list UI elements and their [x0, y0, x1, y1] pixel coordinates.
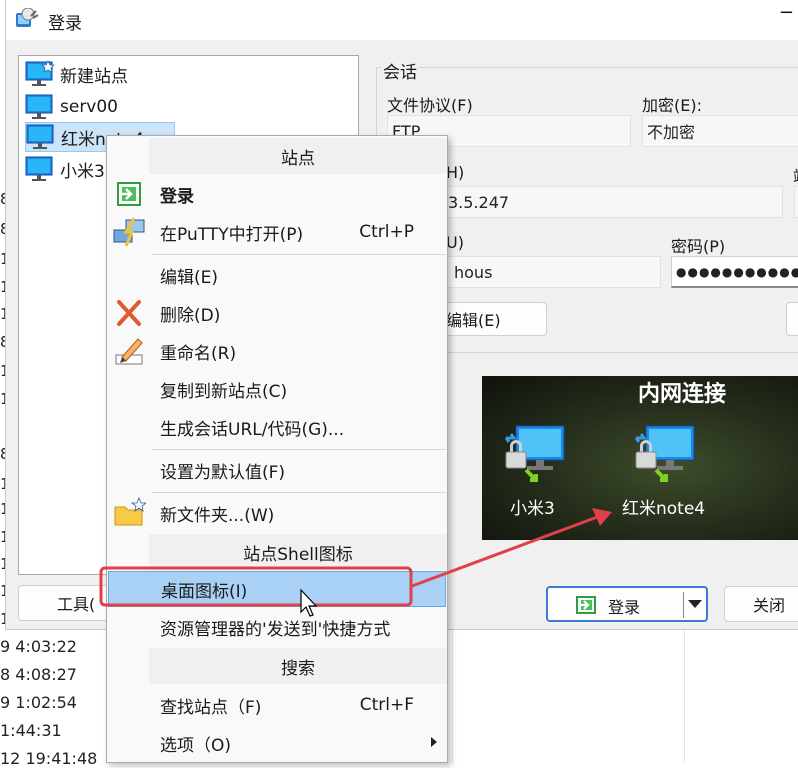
port-input[interactable] — [794, 186, 798, 218]
login-icon — [117, 182, 141, 206]
window-title: 登录 — [48, 14, 82, 34]
menu-header-shell-icon: 站点Shell图标 — [149, 534, 447, 570]
menu-item-rename[interactable]: 重命名(R) — [108, 333, 446, 369]
rename-pencil-icon — [115, 338, 143, 365]
putty-icon — [113, 217, 145, 247]
menu-item-label: 登录 — [160, 186, 194, 207]
site-context-menu: 站点 登录 在PuTTY中打开(P) Ctrl+P 编辑(E) 删除(D) 重命… — [106, 135, 448, 763]
menu-item-new-folder[interactable]: 新文件夹...(W) — [108, 495, 446, 531]
site-banner: 内网连接 小米3 红米note4 — [482, 376, 798, 540]
login-icon — [576, 596, 596, 614]
menu-separator — [152, 492, 446, 493]
user-label: U) — [446, 233, 464, 252]
menu-item-desktop-icon[interactable]: 桌面图标(I) — [108, 571, 446, 607]
menu-separator — [152, 254, 446, 255]
menu-item-sendto-shortcut[interactable]: 资源管理器的'发送到'快捷方式 — [108, 609, 446, 645]
port-label: 端 — [793, 163, 798, 187]
menu-item-label: 重命名(R) — [160, 343, 237, 364]
password-label: 密码(P) — [671, 237, 726, 256]
host-label: H) — [446, 163, 465, 182]
new-site-monitor-icon — [25, 60, 55, 86]
banner-icon-label: 红米note4 — [622, 499, 706, 519]
menu-item-label: 生成会话URL/代码(G)... — [160, 419, 345, 440]
close-button-label: 关闭 — [753, 596, 786, 615]
menu-item-label: 桌面图标(I) — [161, 581, 248, 602]
locked-monitor-icon — [504, 425, 565, 482]
protocol-label: 文件协议(F) — [387, 96, 473, 115]
site-tree-item-label: serv00 — [60, 97, 118, 117]
menu-item-open-putty[interactable]: 在PuTTY中打开(P) Ctrl+P — [108, 214, 446, 250]
monitor-icon — [25, 94, 53, 119]
winscp-app-icon — [16, 8, 39, 27]
bg-date-cell: 12 19:41:48 — [0, 749, 98, 768]
menu-item-generate-url[interactable]: 生成会话URL/代码(G)... — [108, 409, 446, 445]
menu-item-label: 编辑(E) — [160, 267, 219, 288]
menu-item-find-site[interactable]: 查找站点（F) Ctrl+F — [108, 687, 446, 723]
menu-item-label: 新文件夹...(W) — [160, 505, 275, 526]
dropdown-arrow-icon[interactable] — [688, 600, 702, 608]
bg-grid-line — [452, 630, 453, 763]
menu-item-login[interactable]: 登录 — [108, 176, 446, 212]
locked-monitor-icon — [634, 425, 695, 482]
menu-item-shortcut: Ctrl+F — [359, 695, 414, 715]
minimize-button[interactable]: − — [779, 2, 794, 23]
new-folder-icon — [114, 497, 146, 526]
menu-item-copy-to-new-site[interactable]: 复制到新站点(C) — [108, 371, 446, 407]
encryption-select[interactable]: 不加密 — [642, 115, 798, 147]
delete-x-icon — [117, 300, 141, 326]
menu-item-edit[interactable]: 编辑(E) — [108, 257, 446, 293]
menu-item-options[interactable]: 选项（O) — [108, 725, 446, 761]
password-input[interactable]: ●●●●●●●●●●●●● — [671, 256, 798, 288]
session-legend: 会话 — [381, 58, 419, 83]
bg-date-cell: 8 4:08:27 — [0, 665, 77, 684]
bg-date-cell: 9 4:03:22 — [0, 637, 77, 656]
site-tree-item-serv00[interactable]: serv00 — [25, 92, 118, 122]
bg-grid-line — [684, 630, 685, 763]
site-tree-item-new-site[interactable]: 新建站点 — [25, 59, 128, 89]
monitor-icon — [26, 124, 54, 149]
menu-separator — [152, 449, 446, 450]
encryption-label: 加密(E): — [642, 96, 702, 115]
menu-header-search: 搜索 — [149, 648, 447, 684]
bg-date-cell: 9 1:02:54 — [0, 693, 77, 712]
advanced-button[interactable] — [786, 302, 798, 336]
banner-title: 内网连接 — [638, 381, 727, 407]
site-tree-item-label: 新建站点 — [60, 66, 128, 87]
bg-date-cell: 1:44:31 — [0, 721, 62, 740]
menu-item-label: 查找站点（F) — [160, 697, 262, 718]
tools-button[interactable]: 工具( — [18, 585, 113, 621]
menu-item-label: 删除(D) — [160, 305, 221, 326]
monitor-icon — [25, 156, 53, 181]
site-tree-item-label: 小米3 — [60, 161, 105, 182]
title-bar: 登录 − — [6, 0, 798, 40]
close-button[interactable]: 关闭 — [724, 586, 798, 622]
menu-item-label: 设置为默认值(F) — [160, 462, 286, 483]
login-button-label: 登录 — [608, 598, 641, 617]
site-tree-item-mi3[interactable]: 小米3 — [25, 154, 105, 184]
split-divider — [683, 592, 684, 618]
menu-item-label: 选项（O) — [160, 735, 232, 756]
login-button[interactable]: 登录 — [546, 586, 708, 622]
menu-item-shortcut: Ctrl+P — [359, 222, 414, 242]
submenu-arrow-icon — [431, 737, 437, 747]
menu-item-label: 在PuTTY中打开(P) — [160, 224, 304, 245]
menu-item-delete[interactable]: 删除(D) — [108, 295, 446, 331]
menu-header-site: 站点 — [149, 138, 447, 174]
banner-icon-label: 小米3 — [510, 499, 555, 519]
menu-item-label: 复制到新站点(C) — [160, 381, 288, 402]
tools-button-label: 工具( — [57, 595, 96, 614]
menu-item-label: 资源管理器的'发送到'快捷方式 — [160, 619, 391, 640]
menu-item-set-default[interactable]: 设置为默认值(F) — [108, 452, 446, 488]
